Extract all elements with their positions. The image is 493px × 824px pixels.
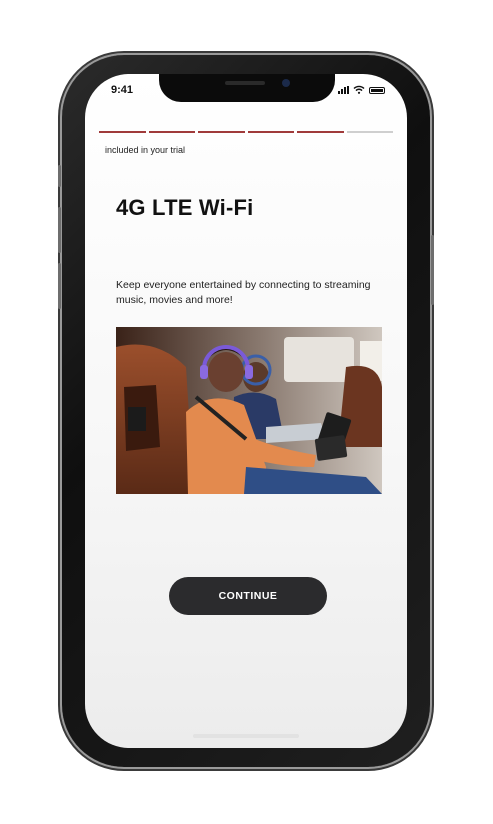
progress-step [198,131,245,133]
speaker-grille [225,81,265,85]
phone-screen: 9:41 included in your trial 4G LTE Wi-Fi… [85,74,407,748]
trial-label: included in your trial [105,145,186,155]
power-button [431,235,434,305]
status-icons [338,85,385,94]
volume-up-button [58,207,61,253]
home-indicator [193,734,299,738]
hero-illustration [116,327,382,494]
front-camera-icon [282,79,290,87]
progress-step [99,131,146,133]
progress-step [247,131,294,133]
progress-step [297,131,344,133]
battery-icon [369,87,385,94]
progress-step [346,131,393,133]
stage: 9:41 included in your trial 4G LTE Wi-Fi… [0,0,493,824]
progress-step [148,131,195,133]
notch [159,74,335,102]
progress-steps [99,131,393,133]
mute-switch [58,165,61,187]
status-time: 9:41 [111,84,134,96]
phone-frame: 9:41 included in your trial 4G LTE Wi-Fi… [58,55,434,767]
volume-down-button [58,263,61,309]
wifi-icon [353,85,365,94]
page-title: 4G LTE Wi-Fi [116,195,254,220]
hero-image-kids-in-car [116,327,382,494]
feature-description: Keep everyone entertained by connecting … [116,279,371,306]
continue-button[interactable]: CONTINUE [169,577,327,615]
signal-icon [338,86,349,94]
